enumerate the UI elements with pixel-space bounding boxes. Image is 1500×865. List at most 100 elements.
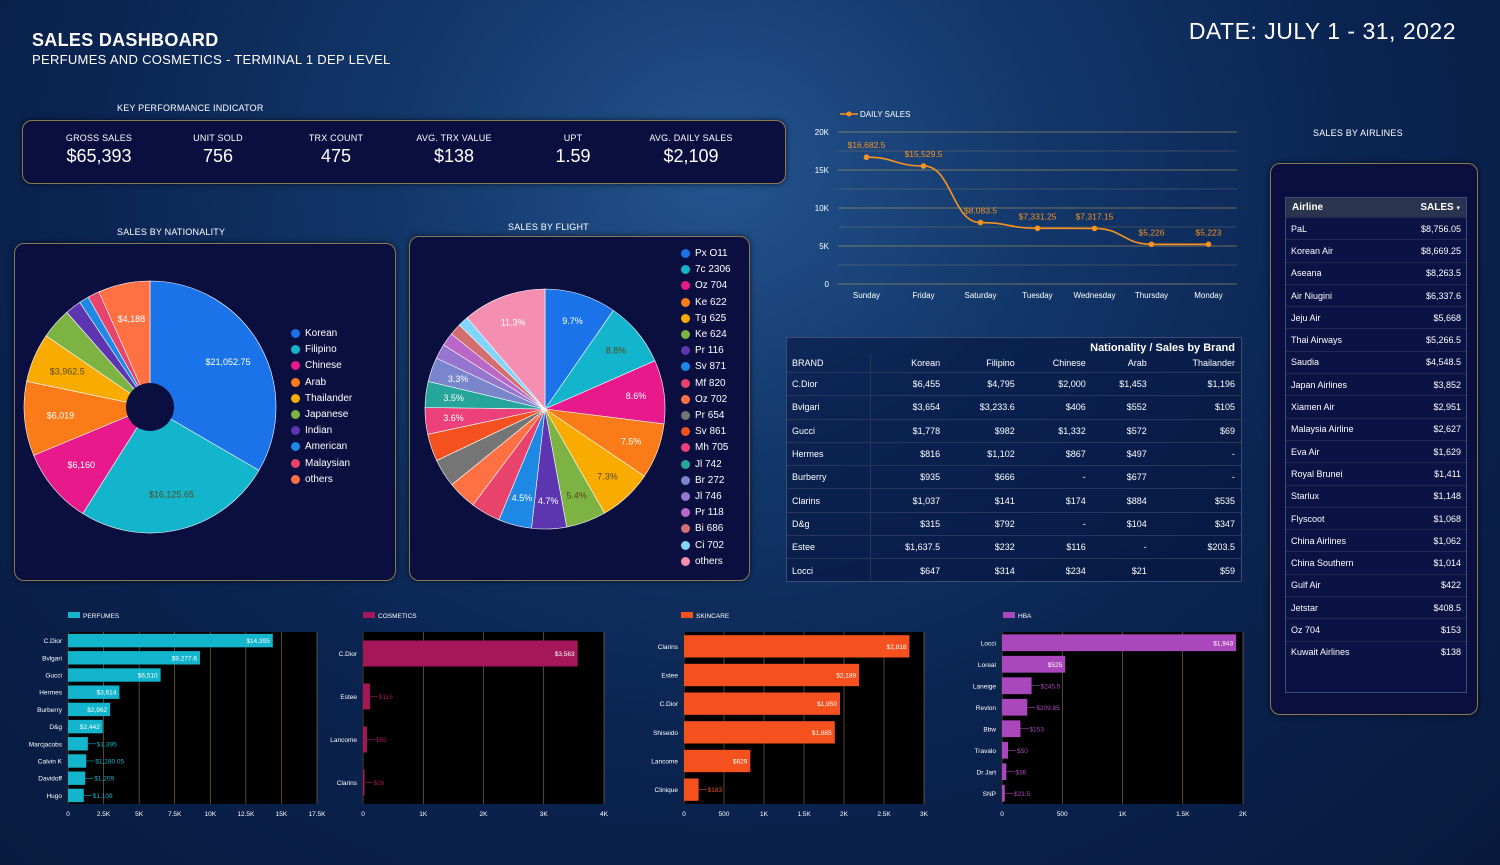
x-tick-label: 0 — [682, 811, 686, 818]
table-row: Saudia $4,548.5 — [1286, 350, 1466, 374]
legend-item[interactable]: Indian — [291, 425, 332, 436]
legend-item[interactable]: 7c 2306 — [681, 264, 731, 275]
data-label: $23.5 — [1014, 791, 1031, 798]
legend-swatch — [681, 362, 690, 372]
legend-item[interactable]: Filipino — [291, 344, 337, 355]
hba-bar-chart: HBA 0 500 1K 1.5K 2K Locci $1,943 Loreal $525 Lane… — [973, 612, 1248, 818]
data-label: $36 — [1015, 769, 1026, 776]
legend-item[interactable]: Pr 116 — [681, 345, 724, 356]
y-tick-label: Burberry — [37, 707, 63, 714]
table-row: China Airlines $1,062 — [1286, 529, 1466, 552]
table-cell: $792 — [946, 511, 1021, 536]
table-cell: $3,233.6 — [946, 395, 1021, 420]
col-header[interactable]: Filipino — [946, 354, 1021, 373]
slice-label: 4.5% — [512, 493, 533, 503]
legend-item[interactable]: Oz 704 — [681, 280, 727, 291]
kpi-value: 475 — [320, 146, 352, 166]
legend-item[interactable]: Sv 871 — [681, 361, 726, 372]
airline-sales: $1,068 — [1391, 506, 1466, 530]
legend-item[interactable]: Ke 624 — [681, 329, 727, 340]
legend-item[interactable]: Sv 861 — [681, 426, 726, 437]
x-tick-label: Friday — [912, 291, 934, 300]
table-row: Thai Airways $5,266.5 — [1286, 328, 1466, 352]
table-cell: $59 — [1152, 558, 1241, 582]
x-tick-label: 500 — [1057, 811, 1068, 818]
legend-item[interactable]: Ke 622 — [681, 297, 727, 308]
table-cell: $116 — [1020, 535, 1092, 559]
legend-label: Sv 861 — [695, 426, 727, 438]
table-cell: Locci — [787, 558, 872, 582]
legend-item[interactable]: others — [291, 474, 333, 485]
legend-item[interactable]: Jl 746 — [681, 491, 722, 502]
y-tick-label: Laneige — [973, 683, 997, 690]
legend-item[interactable]: Pr 654 — [681, 410, 724, 421]
legend-label: Japanese — [305, 409, 349, 420]
legend-swatch — [291, 393, 300, 403]
data-point — [1091, 225, 1098, 232]
nationality-legend: Korean Filipino Chinese Arab Thailander Japan… — [291, 328, 391, 498]
bar — [68, 737, 88, 751]
col-header[interactable]: BRAND — [787, 354, 872, 373]
col-header-airline[interactable]: Airline — [1286, 198, 1392, 218]
col-header[interactable]: Korean — [871, 354, 947, 373]
kpi-avg-daily-sales: AVG. DAILY SALES $2,109 — [631, 133, 751, 167]
airlines-panel: Airline SALES ▾ PaL $8,756.05 Korean Air $8… — [1270, 163, 1478, 715]
slice-label: $21,052.75 — [205, 357, 250, 367]
legend-label: Px O11 — [695, 248, 728, 259]
table-cell: $104 — [1091, 511, 1153, 536]
col-header[interactable]: Arab — [1092, 354, 1153, 373]
x-tick-label: 0 — [361, 811, 365, 818]
legend-item[interactable]: Arab — [291, 377, 326, 388]
legend-swatch — [291, 474, 300, 484]
legend-label: COSMETICS — [378, 613, 417, 620]
legend-item[interactable]: Jl 742 — [681, 459, 722, 470]
legend-item[interactable]: others — [681, 556, 723, 567]
y-tick-label: Hugo — [46, 793, 62, 800]
data-point — [863, 154, 870, 161]
sort-desc-icon[interactable]: ▾ — [1456, 205, 1460, 212]
legend-label: Br 272 — [695, 474, 725, 486]
x-tick-label: Wednesday — [1073, 291, 1115, 300]
table-cell: $315 — [870, 511, 947, 536]
airline-name: Saudia — [1286, 350, 1392, 374]
legend-item[interactable]: Bi 686 — [681, 523, 723, 534]
legend-item[interactable]: Ci 702 — [681, 540, 724, 551]
nationality-brand-table: Nationality / Sales by Brand BRAND Korea… — [786, 337, 1242, 582]
y-tick-label: SNP — [983, 791, 996, 798]
legend-item[interactable]: Oz 702 — [681, 394, 727, 405]
legend-item[interactable]: Pr 118 — [681, 507, 724, 518]
legend-item[interactable]: Tg 625 — [681, 313, 726, 324]
data-label: $3,563 — [555, 651, 575, 658]
airline-sales: $2,951 — [1391, 395, 1466, 419]
bar — [1002, 720, 1021, 738]
y-tick-label: Clarins — [337, 780, 358, 787]
table-row: Malaysia Airline $2,627 — [1286, 417, 1466, 441]
legend-item[interactable]: Px O11 — [681, 248, 728, 259]
table-row: Japan Airlines $3,852 — [1286, 373, 1466, 396]
legend-item[interactable]: Japanese — [291, 409, 348, 420]
kpi-label: AVG. DAILY SALES — [649, 133, 733, 143]
legend-label: Oz 702 — [695, 393, 728, 405]
col-header[interactable]: Chinese — [1021, 354, 1092, 373]
col-header-sales[interactable]: SALES ▾ — [1391, 198, 1466, 218]
data-label: $50 — [1017, 748, 1028, 755]
legend-item[interactable]: Br 272 — [681, 475, 724, 486]
legend-item[interactable]: Malaysian — [291, 458, 350, 469]
legend-item[interactable]: American — [291, 441, 347, 452]
legend-item[interactable]: Chinese — [291, 360, 342, 371]
y-tick-label: Lancome — [651, 759, 678, 766]
legend-item[interactable]: Mf 820 — [681, 378, 726, 389]
legend-item[interactable]: Mh 705 — [681, 442, 728, 453]
slice-label: $3,962.5 — [50, 367, 85, 377]
kpi-unit-sold: UNIT SOLD 756 — [158, 133, 278, 167]
airline-name: Flyscoot — [1286, 506, 1392, 530]
airline-sales: $138 — [1391, 640, 1466, 663]
y-tick-label: Gucci — [45, 673, 62, 680]
legend-swatch — [291, 458, 300, 468]
kpi-section-title: KEY PERFORMANCE INDICATOR — [117, 103, 264, 113]
daily-sales-chart: DAILY SALES 0 5K 10K 15K 20K $16,682.5 Sunday $1… — [815, 110, 1237, 300]
col-header[interactable]: Thailander — [1153, 354, 1241, 373]
legend-swatch — [1003, 612, 1015, 618]
legend-item[interactable]: Korean — [291, 328, 337, 339]
legend-item[interactable]: Thailander — [291, 393, 352, 404]
